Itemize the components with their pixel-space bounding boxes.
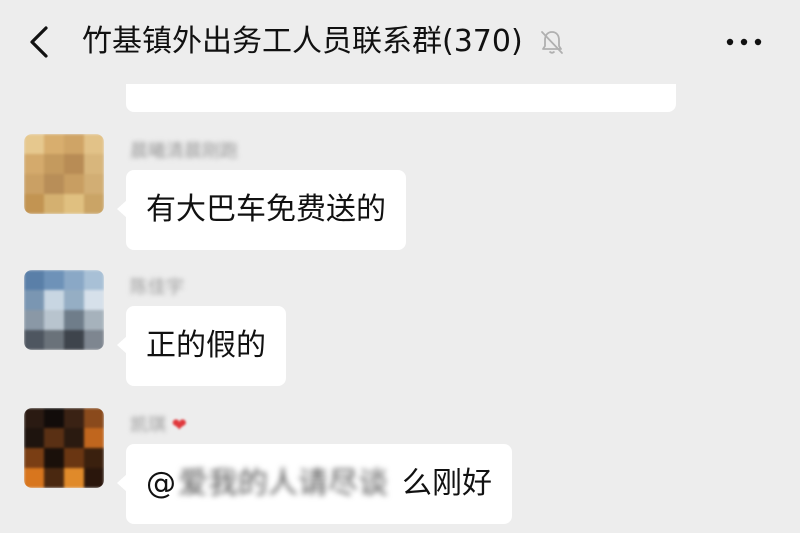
message-bubble[interactable]: 有大巴车免费送的 [117, 170, 406, 250]
chat-title-row: 竹基镇外出务工人员联系群(370) [82, 20, 567, 64]
sender-name: 凯琪 [130, 415, 166, 436]
chat-title: 竹基镇外出务工人员联系群(370) [82, 24, 523, 59]
message-text: 有大巴车免费送的 [146, 192, 386, 227]
message-text: 么刚好 [402, 466, 492, 501]
mention-prefix: @ [146, 466, 176, 501]
sender-name-row: 凯琪 ❤ [130, 414, 187, 438]
avatar[interactable] [24, 270, 104, 350]
mention-name[interactable]: 爱我的人请尽谈 [178, 444, 388, 524]
back-icon[interactable] [26, 24, 54, 60]
avatar[interactable] [24, 134, 104, 214]
mute-bell-icon [540, 31, 563, 54]
more-icon[interactable] [722, 30, 766, 54]
chat-header: 竹基镇外出务工人员联系群(370) [0, 0, 800, 84]
heart-emoji: ❤ [171, 415, 187, 436]
message-bubble[interactable]: 正的假的 [117, 306, 286, 386]
sender-name: 晨曦清晨刚跑 [130, 141, 238, 162]
message-bubble[interactable]: @爱我的人请尽谈 么刚好 [117, 444, 512, 524]
avatar[interactable] [24, 408, 104, 488]
message-text: 正的假的 [146, 328, 266, 363]
previous-message-bubble[interactable] [126, 84, 676, 112]
sender-name: 陈佳宇 [130, 277, 184, 298]
